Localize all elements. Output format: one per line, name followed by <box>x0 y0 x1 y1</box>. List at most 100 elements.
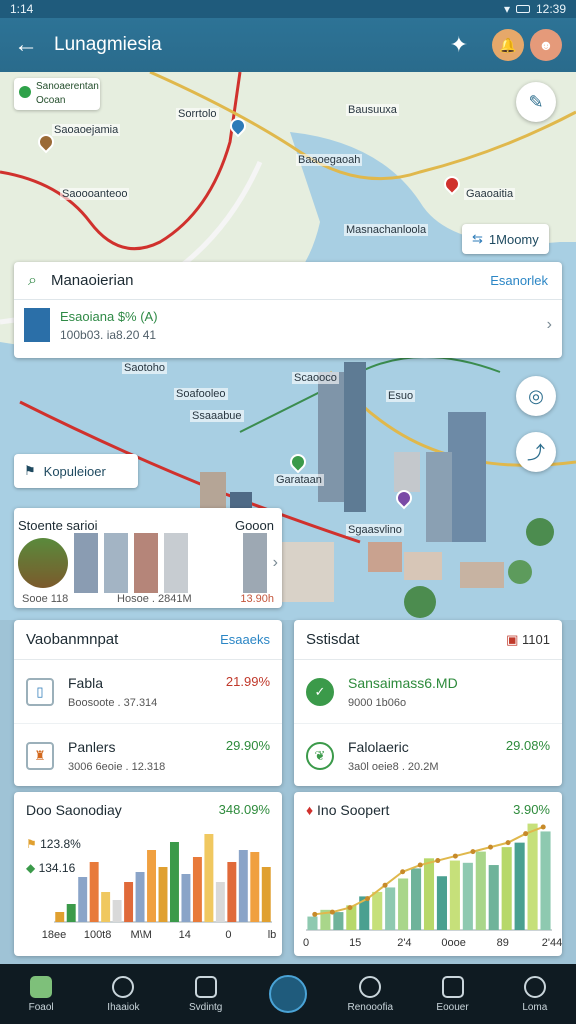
place-foot-left: Sooe 118 <box>22 593 69 605</box>
status-clock: 12:39 <box>535 2 566 16</box>
chart-point <box>523 831 529 837</box>
map-label: Saotoho <box>122 362 167 374</box>
map-label: Soafooleo <box>174 388 228 400</box>
map-label: Baaoegaoah <box>296 154 363 166</box>
result-thumbnail <box>24 308 50 342</box>
card-link[interactable]: Esaaeks <box>220 632 270 647</box>
person-icon <box>523 975 546 998</box>
nav-label: Renooofia <box>347 1001 394 1013</box>
chart-title: Doo Saonodiay <box>26 802 122 818</box>
x-tick-label: 0 <box>225 929 231 941</box>
pin-icon[interactable]: ✦ <box>450 32 468 58</box>
card-header: Sstisdat ▣ 1101 <box>294 620 562 660</box>
card-header: Vaobanmnpat Esaaeks <box>14 620 282 660</box>
nav-item-camera[interactable]: Eoouer <box>418 975 488 1013</box>
page-title: Lunagmiesia <box>54 34 162 55</box>
metric-sub: 3a0l oeie8 . 20.2M <box>348 761 439 773</box>
metric-row[interactable]: ♜ Panlers 3006 6eoie . 12.318 29.90% <box>14 724 282 788</box>
chart-bar <box>158 867 168 922</box>
chart-point <box>417 862 423 868</box>
location-line2: Ocoan <box>36 95 66 106</box>
search-link[interactable]: Esanorlek <box>490 273 548 288</box>
bottom-nav: Foaol Ihaaiok Svdintg Renooofia Eoouer L… <box>0 964 576 1024</box>
chart-point <box>400 869 406 875</box>
chart-card-left[interactable]: 18ee 100t8 M\M 14 0 lb Doo Saonodiay 348.09% … <box>14 792 282 956</box>
x-tick-label: 89 <box>497 937 509 949</box>
result-subtitle: 100b03. ia8.20 41 <box>60 327 157 342</box>
search-card: ⌕ Manaoierian Esanorlek Esaoiana $% (A) … <box>14 262 562 358</box>
x-tick-label: 2'4 <box>397 937 411 949</box>
chart-bar <box>488 865 499 930</box>
mode-chip[interactable]: ⇆ 1Moomy <box>462 224 549 254</box>
place-card[interactable]: Stoente sarioi Gooon › Sooe 118 Hosoe . … <box>14 508 282 608</box>
chart-bar <box>204 834 214 922</box>
nav-item-settings[interactable]: Renooofia <box>335 975 405 1013</box>
locate-button[interactable]: ◎ <box>516 376 556 416</box>
nav-item-home[interactable]: Foaol <box>6 975 76 1013</box>
chart-point <box>470 849 476 855</box>
metrics-card-left: Vaobanmnpat Esaaeks ▯ Fabla Boosoote . 3… <box>14 620 282 786</box>
camera-icon <box>441 975 464 998</box>
chart-point <box>382 882 388 888</box>
location-chip[interactable]: Sanoaerentan Ocoan <box>14 78 100 110</box>
search-result[interactable]: Esaoiana $% (A) 100b03. ia8.20 41 › <box>14 300 562 350</box>
chart-bar <box>250 852 260 922</box>
chart-point <box>329 909 335 915</box>
leaf-icon: ✓ <box>306 677 334 706</box>
chart-bar <box>449 860 460 930</box>
chart-legend: ⚑ 123.8% ◆ 134.16 <box>26 832 81 880</box>
status-time: 1:14 <box>10 2 34 16</box>
nav-item-search[interactable]: Ihaaiok <box>88 975 158 1013</box>
nav-item-history[interactable]: Svdintg <box>171 975 241 1013</box>
card-title: Sstisdat <box>306 631 360 648</box>
place-footer: Sooe 118 Hosoe . 2841M 13.90h <box>14 593 282 605</box>
search-icon: ⌕ <box>28 271 37 289</box>
metric-value: 21.99% <box>225 674 270 689</box>
avatar[interactable]: ☻ <box>530 29 562 61</box>
clock-icon <box>194 975 217 998</box>
metric-text: Panlers 3006 6eoie . 12.318 <box>68 739 165 773</box>
nav-item-compass[interactable] <box>253 975 323 1013</box>
card-badge[interactable]: ▣ 1101 <box>506 632 550 648</box>
chevron-right-icon[interactable]: › <box>273 554 278 572</box>
label-chip[interactable]: ⚑ Kopuleioer <box>14 454 138 488</box>
place-right-title: Gooon <box>234 518 274 533</box>
card-badge-text: 1101 <box>522 631 550 647</box>
metric-sub: 9000 1b06o <box>348 696 407 709</box>
mode-icon: ⇆ <box>472 231 483 246</box>
chart-point <box>505 840 511 846</box>
chart-bar <box>423 858 435 930</box>
place-images: › <box>14 533 282 593</box>
chart-bar <box>475 851 486 930</box>
map-label: Sorrtolo <box>176 108 219 120</box>
location-icon: ◎ <box>528 385 544 406</box>
chevron-right-icon[interactable]: › <box>547 316 552 334</box>
metric-row[interactable]: ✓ Sansaimass6.MD 9000 1b06o <box>294 660 562 724</box>
arrow-left-icon[interactable]: ← <box>14 31 44 59</box>
metric-text: Sansaimass6.MD 9000 1b06o <box>348 675 458 709</box>
chart-bar <box>101 892 111 922</box>
x-tick-label: 0 <box>303 937 309 949</box>
search-icon <box>112 975 135 998</box>
lantern-icon: ♜ <box>26 742 54 770</box>
x-tick-label: 2'44 <box>542 937 562 949</box>
chart-bar <box>540 831 551 930</box>
avatar-notifications[interactable]: 🔔 <box>492 29 524 61</box>
map-label: Gaaoaitia <box>464 188 516 200</box>
edit-map-button[interactable]: ✎ <box>516 82 556 122</box>
nav-label: Loma <box>522 1001 548 1013</box>
search-input[interactable]: Manaoierian <box>51 272 490 289</box>
mode-chip-label: 1Moomy <box>488 231 539 247</box>
chart-card-right[interactable]: 0 15 2'4 0ooe 89 2'44 ♦ Ino Soopert 3.90% <box>294 792 562 956</box>
chart-bar <box>227 862 237 922</box>
metric-row[interactable]: ❦ Falolaeric 3a0l oeie8 . 20.2M 29.08% <box>294 724 562 788</box>
x-tick-label: lb <box>268 929 277 941</box>
metric-row[interactable]: ▯ Fabla Boosoote . 37.314 21.99% <box>14 660 282 724</box>
chart-bar <box>89 862 99 922</box>
chart-point <box>452 853 458 859</box>
search-row[interactable]: ⌕ Manaoierian Esanorlek <box>14 262 562 300</box>
nav-item-profile[interactable]: Loma <box>500 975 570 1013</box>
metric-label: Panlers <box>68 739 116 755</box>
share-button[interactable]: ⤴ <box>516 432 556 472</box>
chart-bar <box>372 891 383 930</box>
